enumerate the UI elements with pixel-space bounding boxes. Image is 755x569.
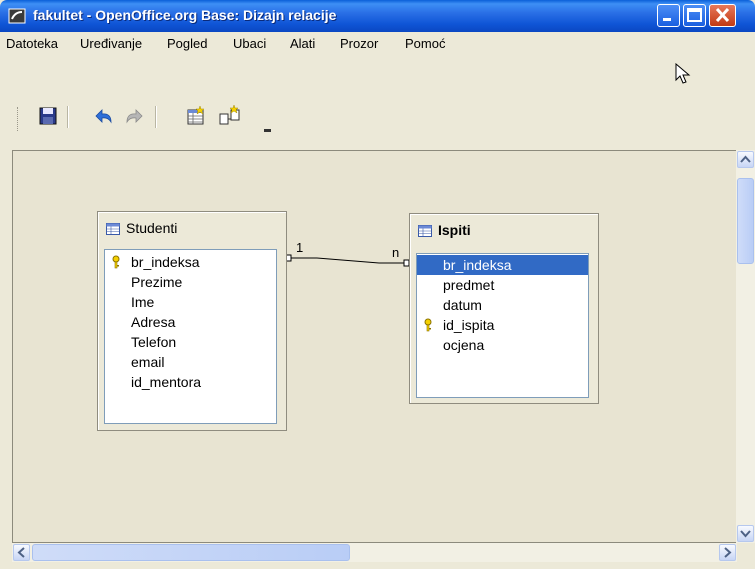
menu-pogled[interactable]: Pogled [167, 36, 207, 51]
horizontal-scrollbar[interactable] [12, 543, 737, 562]
app-window: fakultet - OpenOffice.org Base: Dizajn r… [0, 0, 755, 569]
new-table-icon[interactable] [185, 105, 207, 127]
field-label: predmet [443, 277, 495, 293]
field-row[interactable]: ocjena [417, 335, 588, 355]
field-label: Prezime [131, 274, 183, 290]
scroll-left-button[interactable] [13, 544, 30, 561]
field-label: br_indeksa [131, 254, 200, 270]
menu-bar: Datoteka Uređivanje Pogled Ubaci Alati P… [0, 32, 755, 55]
field-row[interactable]: email [105, 352, 276, 372]
field-row-selected[interactable]: br_indeksa [417, 255, 588, 275]
minimize-button[interactable] [657, 4, 680, 27]
new-relation-icon[interactable] [219, 105, 241, 127]
menu-ubaci[interactable]: Ubaci [233, 36, 266, 51]
table-icon [418, 225, 432, 237]
field-label: id_mentora [131, 374, 202, 390]
toolbar [0, 55, 755, 147]
menu-prozor[interactable]: Prozor [340, 36, 378, 51]
field-row[interactable]: predmet [417, 275, 588, 295]
table-name: Ispiti [438, 222, 471, 238]
window-title: fakultet - OpenOffice.org Base: Dizajn r… [33, 7, 337, 23]
chevron-left-icon [17, 547, 25, 558]
close-icon [715, 7, 730, 23]
field-list: br_indeksa predmet datum id_ispita ocjen… [416, 253, 589, 398]
field-row[interactable]: id_mentora [105, 372, 276, 392]
mouse-pointer [675, 63, 691, 84]
table-name: Studenti [126, 220, 178, 236]
field-label: datum [443, 297, 482, 313]
chevron-down-icon [740, 530, 751, 538]
field-row[interactable]: id_ispita [417, 315, 588, 335]
title-bar[interactable]: fakultet - OpenOffice.org Base: Dizajn r… [0, 0, 755, 32]
key-icon [424, 318, 432, 332]
relation-design-canvas[interactable]: 1 n Studenti br_indeksa Prezime Ime Adre… [12, 150, 737, 543]
toolbar-grip[interactable] [17, 107, 20, 131]
menu-pomoc[interactable]: Pomoć [405, 36, 445, 51]
maximize-button[interactable] [683, 4, 706, 27]
field-row[interactable]: datum [417, 295, 588, 315]
toolbar-separator [155, 106, 157, 128]
field-row[interactable]: Telefon [105, 332, 276, 352]
maximize-icon [687, 8, 702, 22]
chevron-right-icon [724, 547, 732, 558]
vertical-scrollbar[interactable] [736, 150, 755, 543]
vertical-scroll-thumb[interactable] [737, 178, 754, 264]
toolbar-overflow-icon[interactable] [263, 123, 273, 133]
horizontal-scroll-thumb[interactable] [32, 544, 350, 561]
redo-icon[interactable] [123, 105, 145, 127]
undo-icon[interactable] [93, 105, 115, 127]
field-row[interactable]: Ime [105, 292, 276, 312]
field-row[interactable]: Prezime [105, 272, 276, 292]
minimize-icon [663, 18, 671, 21]
field-label: id_ispita [443, 317, 495, 333]
table-icon [106, 223, 120, 235]
cardinality-right: n [392, 245, 400, 260]
scroll-up-button[interactable] [737, 151, 754, 168]
field-list: br_indeksa Prezime Ime Adresa Telefon em… [104, 249, 277, 424]
save-icon[interactable] [37, 105, 59, 127]
field-row[interactable]: Adresa [105, 312, 276, 332]
key-icon [112, 255, 120, 269]
app-icon [8, 8, 26, 24]
table-window-studenti[interactable]: Studenti br_indeksa Prezime Ime Adresa T… [97, 211, 287, 431]
menu-datoteka[interactable]: Datoteka [6, 36, 58, 51]
field-row[interactable]: br_indeksa [105, 252, 276, 272]
field-label: ocjena [443, 337, 485, 353]
menu-alati[interactable]: Alati [290, 36, 315, 51]
scroll-right-button[interactable] [719, 544, 736, 561]
close-button[interactable] [709, 4, 736, 27]
field-label: Telefon [131, 334, 177, 350]
field-label: email [131, 354, 165, 370]
field-label: Ime [131, 294, 155, 310]
cardinality-left: 1 [296, 240, 304, 255]
scroll-down-button[interactable] [737, 525, 754, 542]
field-label: Adresa [131, 314, 176, 330]
chevron-up-icon [740, 155, 751, 163]
field-label: br_indeksa [443, 257, 512, 273]
toolbar-separator [67, 106, 69, 128]
table-window-ispiti[interactable]: Ispiti br_indeksa predmet datum id_ispit… [409, 213, 599, 404]
menu-uredivanje[interactable]: Uređivanje [80, 36, 142, 51]
